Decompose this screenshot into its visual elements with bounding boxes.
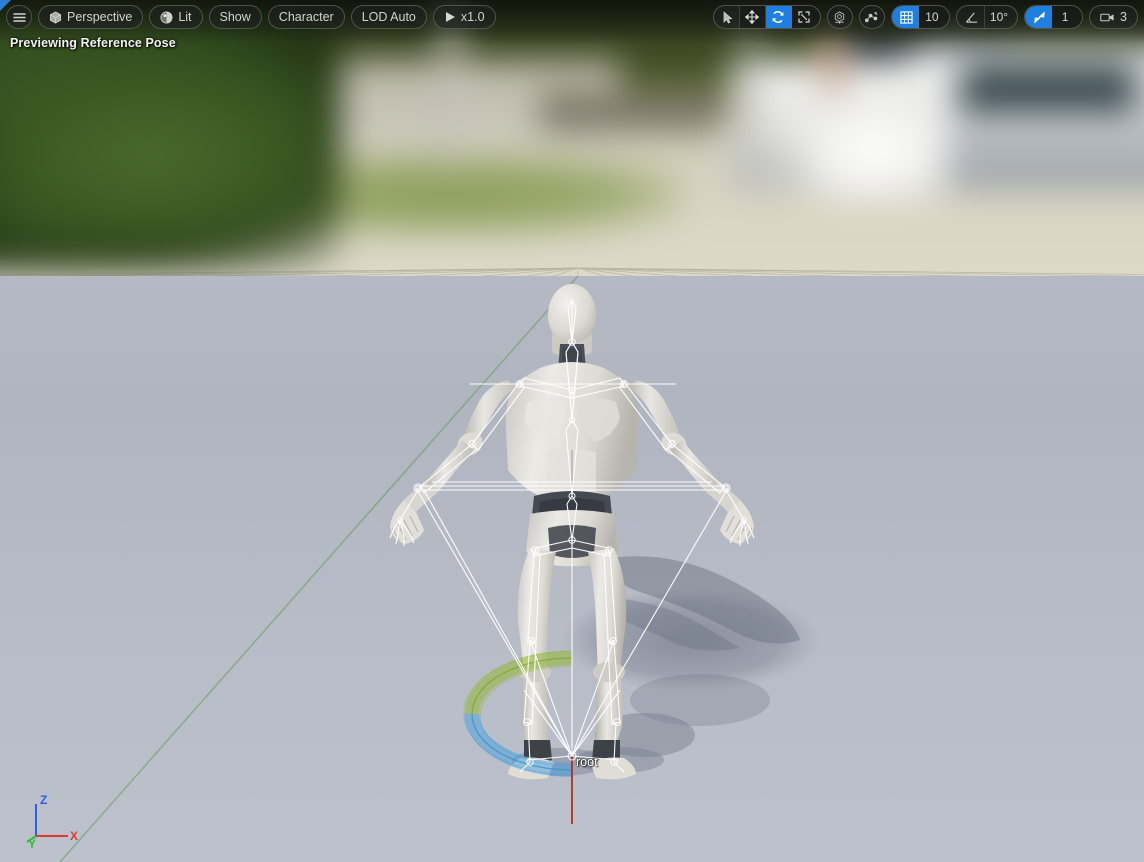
lod-menu-label: LOD Auto (361, 9, 416, 24)
grid-icon (900, 10, 913, 24)
angle-snap-value[interactable]: 10° (985, 6, 1017, 28)
bone-label-root[interactable]: root (576, 755, 598, 769)
scale-diagonal-icon (1034, 10, 1045, 24)
show-menu-label: Show (219, 9, 251, 24)
angle-icon (965, 11, 977, 23)
mannequin-arm-right (628, 380, 754, 544)
lighting-mode-button[interactable]: Lit (149, 5, 203, 29)
translate-mode-button[interactable] (739, 6, 766, 28)
show-menu-button[interactable]: Show (208, 5, 262, 29)
scale-arrows-icon (798, 11, 810, 23)
viewport-toolbar[interactable]: Perspective Lit Show Character LOD Auto (0, 0, 1144, 34)
camera-speed-value: 3 (1120, 9, 1127, 24)
surface-snap-button[interactable] (858, 5, 885, 29)
rotate-mode-button[interactable] (765, 6, 792, 28)
animation-viewport[interactable]: root Z X Y Previewing Reference Pose Per… (0, 0, 1144, 862)
lighting-sphere-icon (160, 11, 173, 23)
camera-speed-button[interactable]: 3 (1089, 5, 1138, 29)
hamburger-menu-icon (12, 12, 26, 22)
grid-snap-toggle[interactable] (891, 6, 919, 28)
playback-speed-button[interactable]: x1.0 (432, 5, 496, 29)
camera-icon (1100, 13, 1114, 21)
toolbar-left-group[interactable]: Perspective Lit Show Character LOD Auto (6, 5, 496, 29)
angle-snap-group[interactable]: 10° (955, 5, 1019, 29)
transform-mode-group[interactable] (712, 5, 821, 29)
move-arrows-icon (745, 10, 760, 24)
character-menu-label: Character (278, 9, 334, 24)
axis-label-x: X (70, 829, 78, 843)
play-icon (445, 12, 455, 22)
character-preview[interactable] (0, 0, 1144, 862)
cube-icon (49, 10, 62, 24)
scale-snap-value[interactable]: 1 (1052, 6, 1083, 28)
scale-snap-toggle[interactable] (1025, 6, 1053, 28)
axis-indicator: Z X Y (26, 793, 78, 848)
world-axis-icon (835, 10, 845, 24)
angle-snap-toggle[interactable] (957, 6, 985, 28)
surface-snap-icon (865, 11, 878, 22)
playback-speed-label: x1.0 (460, 9, 485, 24)
grid-snap-value[interactable]: 10 (918, 6, 949, 28)
mannequin-arm-left (390, 380, 516, 544)
axis-label-y: Y (28, 837, 36, 848)
character-menu-button[interactable]: Character (267, 5, 345, 29)
status-text: Previewing Reference Pose (10, 36, 176, 50)
rotation-gizmo[interactable] (463, 650, 573, 824)
lighting-mode-label: Lit (178, 9, 192, 24)
axis-label-z: Z (40, 793, 47, 807)
rotate-arrows-icon (772, 11, 784, 23)
scale-snap-group[interactable]: 1 (1024, 5, 1084, 29)
coordinate-system-button[interactable] (826, 5, 853, 29)
select-mode-button[interactable] (714, 6, 740, 28)
view-mode-button[interactable]: Perspective (38, 5, 144, 29)
toolbar-right-group[interactable]: 10 10° 1 3 (712, 5, 1138, 29)
grid-snap-group[interactable]: 10 (890, 5, 950, 29)
lod-menu-button[interactable]: LOD Auto (350, 5, 427, 29)
viewport-focus-triangle (0, 0, 11, 11)
cursor-arrow-icon (723, 10, 733, 23)
view-mode-label: Perspective (67, 9, 133, 24)
scale-mode-button[interactable] (791, 6, 820, 28)
